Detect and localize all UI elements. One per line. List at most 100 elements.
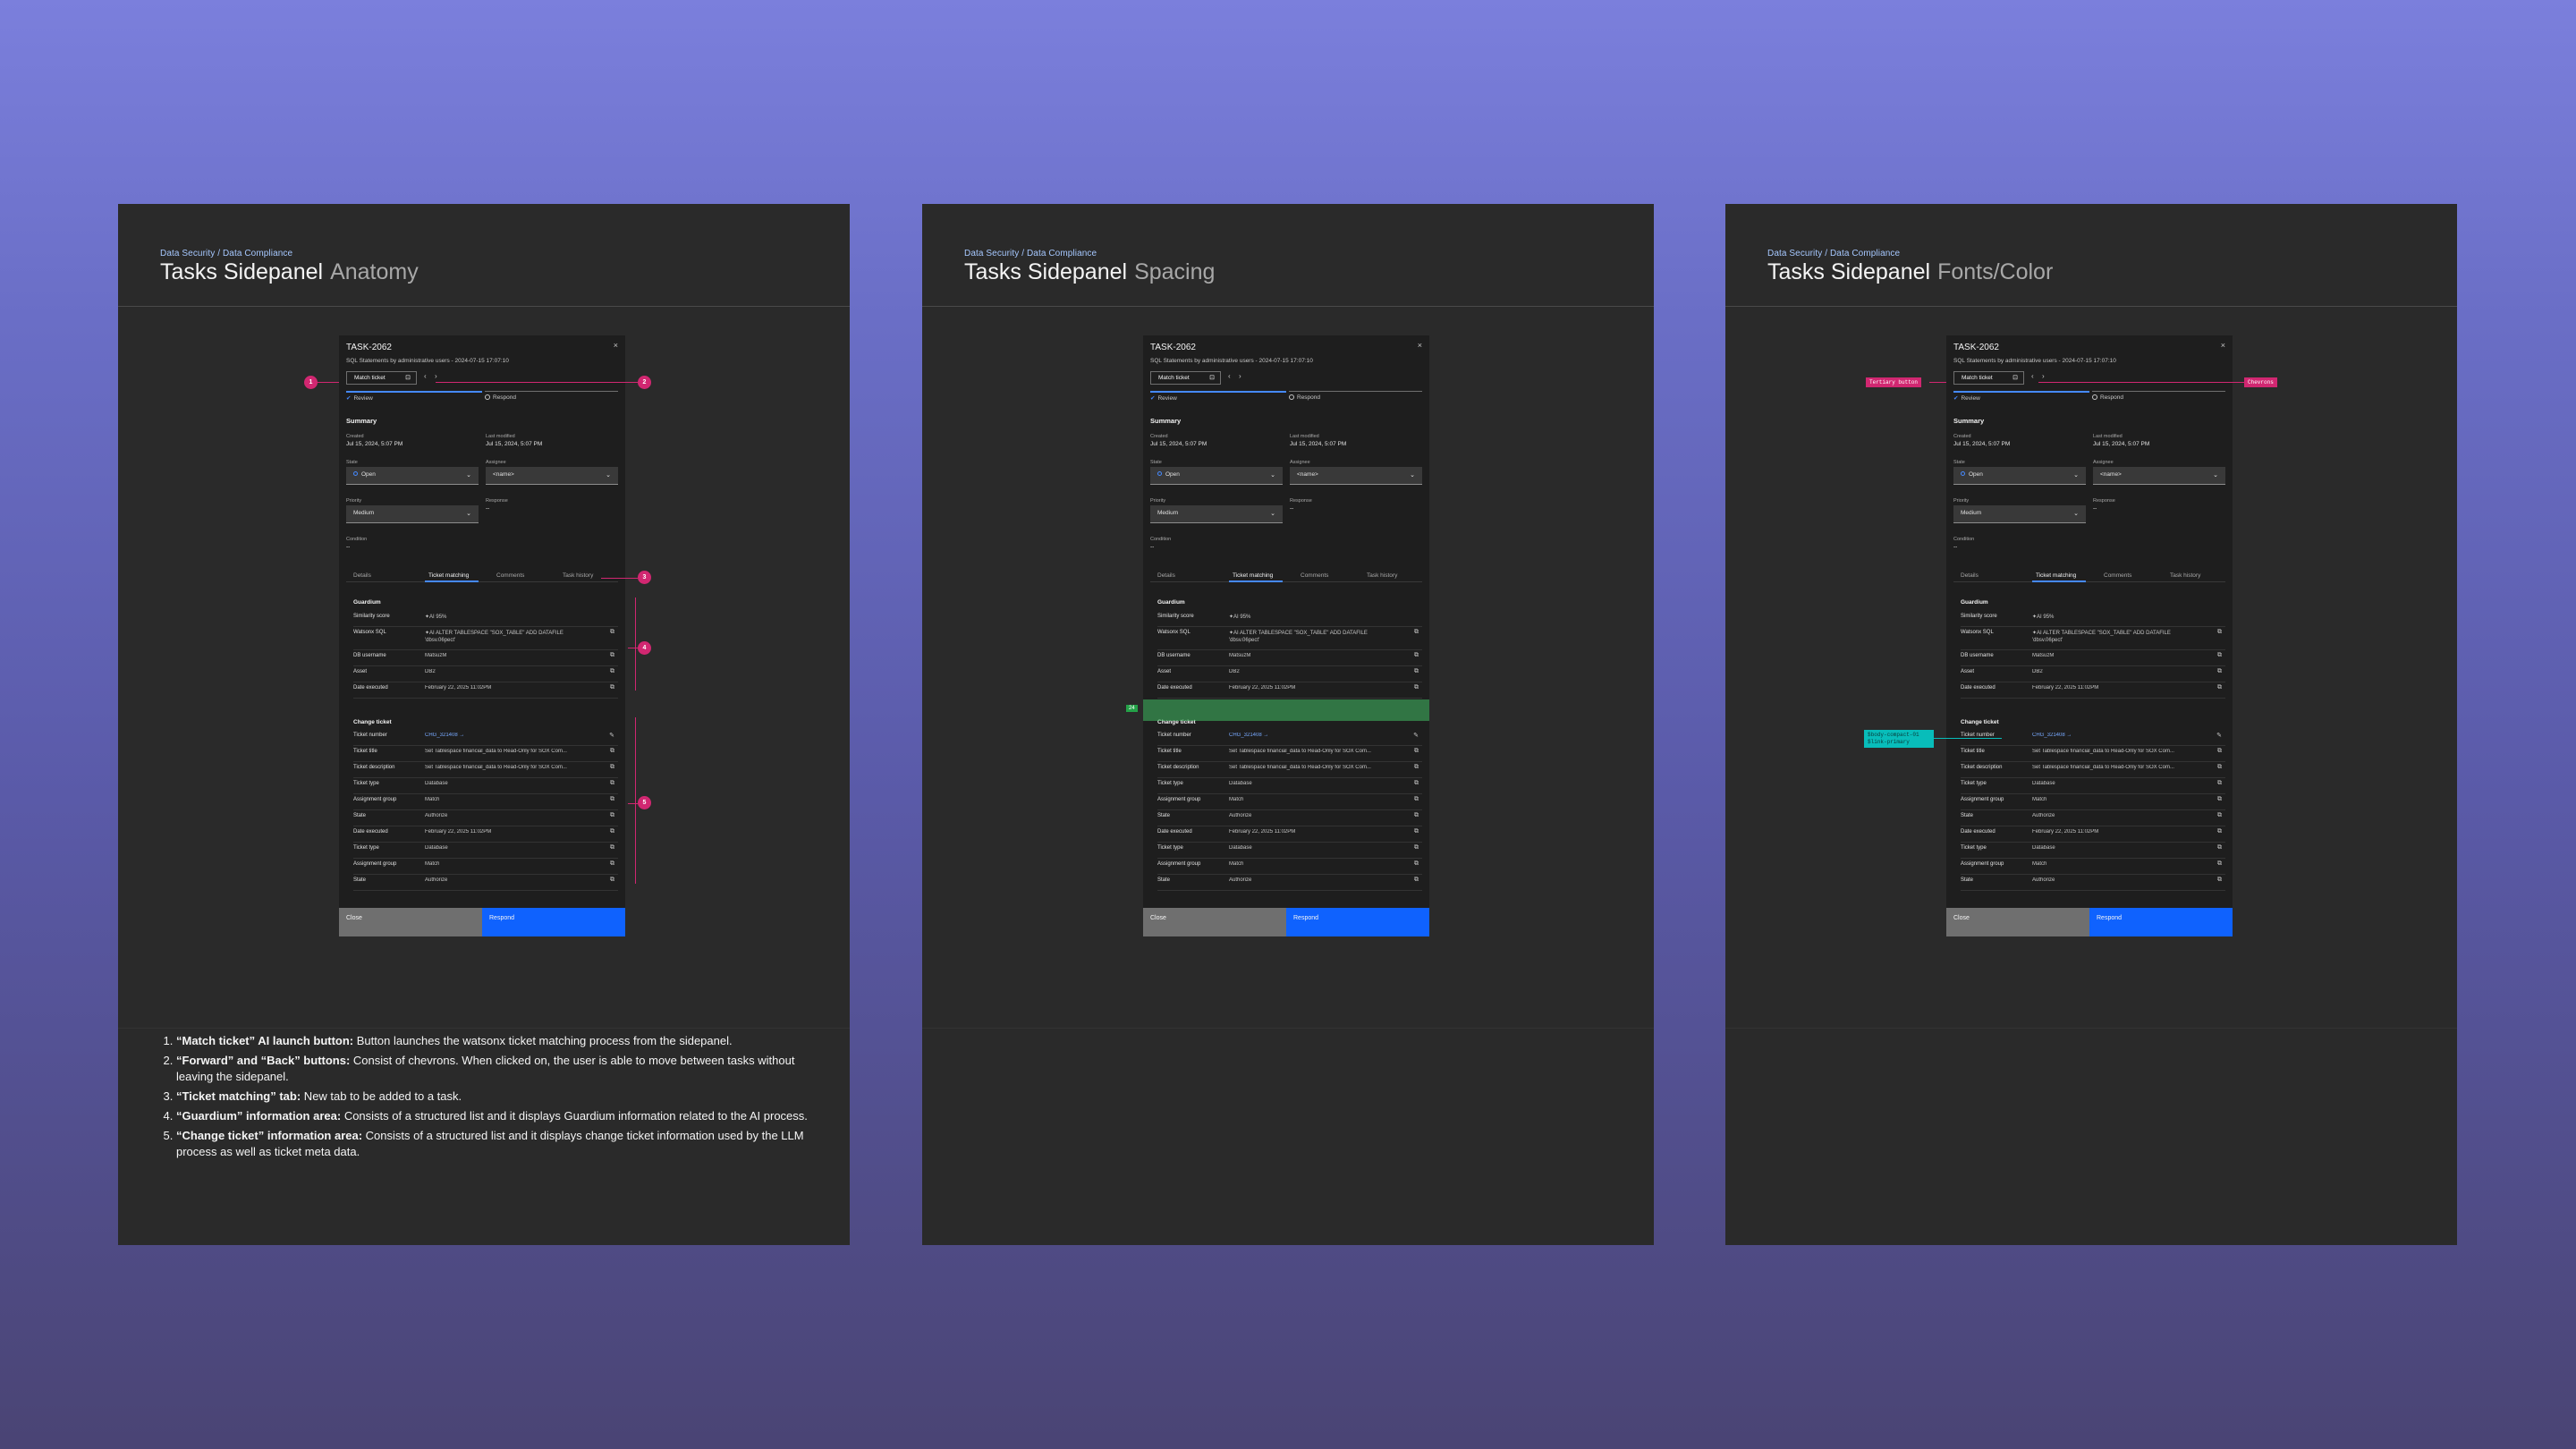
copy-icon[interactable]: ⧉ — [610, 860, 614, 868]
copy-icon[interactable]: ⧉ — [1414, 684, 1419, 691]
state-select[interactable]: Open ⌄ — [1953, 467, 2086, 485]
copy-icon[interactable]: ⧉ — [610, 748, 614, 755]
note-term: “Forward” and “Back” buttons: — [176, 1054, 351, 1067]
edit-icon[interactable]: ✎ — [2216, 732, 2222, 739]
step-review[interactable]: ✔ Review — [1150, 394, 1177, 402]
copy-icon[interactable]: ⧉ — [610, 764, 614, 771]
assignee-select[interactable]: <name> ⌄ — [2093, 467, 2225, 485]
copy-icon[interactable]: ⧉ — [2217, 877, 2222, 884]
breadcrumb[interactable]: Data Security / Data Compliance — [160, 249, 292, 258]
row-value: Set Tablespace financial_data to Read-On… — [2032, 749, 2174, 754]
copy-icon[interactable]: ⧉ — [2217, 764, 2222, 771]
row-value[interactable]: CHG_321408 → — [425, 733, 595, 738]
copy-icon[interactable]: ⧉ — [1414, 629, 1419, 636]
copy-icon[interactable]: ⧉ — [1414, 780, 1419, 787]
priority-select[interactable]: Medium ⌄ — [346, 505, 479, 523]
respond-button[interactable]: Respond — [482, 908, 625, 936]
copy-icon[interactable]: ⧉ — [610, 652, 614, 659]
tab-task-history[interactable]: Task history — [2170, 572, 2200, 579]
close-icon[interactable]: × — [1418, 341, 1422, 350]
copy-icon[interactable]: ⧉ — [610, 796, 614, 803]
match-ticket-button[interactable]: Match ticket ⊡ — [346, 371, 417, 385]
state-select[interactable]: Open ⌄ — [1150, 467, 1283, 485]
state-value: Open — [361, 471, 376, 478]
copy-icon[interactable]: ⧉ — [1414, 748, 1419, 755]
copy-icon[interactable]: ⧉ — [2217, 629, 2222, 636]
copy-icon[interactable]: ⧉ — [2217, 828, 2222, 835]
copy-icon[interactable]: ⧉ — [1414, 812, 1419, 819]
back-chevron-icon[interactable]: ‹ — [424, 372, 427, 380]
back-chevron-icon[interactable]: ‹ — [2031, 372, 2034, 380]
row-value[interactable]: CHG_321408 → — [1229, 733, 1399, 738]
chevron-down-icon: ⌄ — [466, 511, 471, 517]
tab-details[interactable]: Details — [1961, 572, 1979, 579]
copy-icon[interactable]: ⧉ — [2217, 652, 2222, 659]
copy-icon[interactable]: ⧉ — [2217, 860, 2222, 868]
tab-ticket-matching[interactable]: Ticket matching — [2036, 572, 2076, 579]
copy-icon[interactable]: ⧉ — [2217, 748, 2222, 755]
tab-comments[interactable]: Comments — [496, 572, 524, 579]
respond-button[interactable]: Respond — [1286, 908, 1429, 936]
copy-icon[interactable]: ⧉ — [610, 668, 614, 675]
edit-icon[interactable]: ✎ — [609, 732, 614, 739]
priority-select[interactable]: Medium ⌄ — [1953, 505, 2086, 523]
step-review[interactable]: ✔ Review — [346, 394, 373, 402]
close-button[interactable]: Close — [339, 908, 482, 936]
close-button[interactable]: Close — [1143, 908, 1286, 936]
respond-button[interactable]: Respond — [2089, 908, 2233, 936]
forward-chevron-icon[interactable]: › — [2042, 372, 2045, 380]
step-respond[interactable]: Respond — [2092, 394, 2123, 401]
step-respond[interactable]: Respond — [1289, 394, 1320, 401]
copy-icon[interactable]: ⧉ — [2217, 812, 2222, 819]
close-button[interactable]: Close — [1946, 908, 2089, 936]
breadcrumb[interactable]: Data Security / Data Compliance — [964, 249, 1097, 258]
forward-chevron-icon[interactable]: › — [1239, 372, 1241, 380]
forward-chevron-icon[interactable]: › — [435, 372, 437, 380]
copy-icon[interactable]: ⧉ — [1414, 860, 1419, 868]
copy-icon[interactable]: ⧉ — [610, 844, 614, 852]
tab-details[interactable]: Details — [353, 572, 371, 579]
back-chevron-icon[interactable]: ‹ — [1228, 372, 1231, 380]
match-ticket-button[interactable]: Match ticket ⊡ — [1953, 371, 2024, 385]
tab-task-history[interactable]: Task history — [563, 572, 593, 579]
copy-icon[interactable]: ⧉ — [610, 828, 614, 835]
copy-icon[interactable]: ⧉ — [1414, 877, 1419, 884]
close-icon[interactable]: × — [614, 341, 618, 350]
tab-comments[interactable]: Comments — [1301, 572, 1328, 579]
change-ticket-row: Date executed February 22, 2025 11:02PM ⧉ — [353, 826, 618, 843]
copy-icon[interactable]: ⧉ — [610, 812, 614, 819]
priority-select[interactable]: Medium ⌄ — [1150, 505, 1283, 523]
copy-icon[interactable]: ⧉ — [1414, 764, 1419, 771]
copy-icon[interactable]: ⧉ — [2217, 796, 2222, 803]
copy-icon[interactable]: ⧉ — [2217, 684, 2222, 691]
copy-icon[interactable]: ⧉ — [1414, 844, 1419, 852]
copy-icon[interactable]: ⧉ — [1414, 796, 1419, 803]
tab-comments[interactable]: Comments — [2104, 572, 2131, 579]
tab-details[interactable]: Details — [1157, 572, 1175, 579]
assignee-select[interactable]: <name> ⌄ — [486, 467, 618, 485]
tab-ticket-matching[interactable]: Ticket matching — [428, 572, 469, 579]
copy-icon[interactable]: ⧉ — [610, 877, 614, 884]
close-icon[interactable]: × — [2221, 341, 2225, 350]
breadcrumb[interactable]: Data Security / Data Compliance — [1767, 249, 1900, 258]
state-select[interactable]: Open ⌄ — [346, 467, 479, 485]
row-value[interactable]: CHG_321408 → — [2032, 733, 2202, 738]
step-review[interactable]: ✔ Review — [1953, 394, 1980, 402]
copy-icon[interactable]: ⧉ — [2217, 780, 2222, 787]
copy-icon[interactable]: ⧉ — [1414, 828, 1419, 835]
step-respond[interactable]: Respond — [485, 394, 516, 401]
assignee-select[interactable]: <name> ⌄ — [1290, 467, 1422, 485]
body-compact-tag: $body-compact-01 $link-primary — [1864, 730, 1934, 748]
copy-icon[interactable]: ⧉ — [2217, 844, 2222, 852]
copy-icon[interactable]: ⧉ — [1414, 652, 1419, 659]
copy-icon[interactable]: ⧉ — [610, 684, 614, 691]
tab-ticket-matching[interactable]: Ticket matching — [1233, 572, 1273, 579]
match-ticket-button[interactable]: Match ticket ⊡ — [1150, 371, 1221, 385]
copy-icon[interactable]: ⧉ — [610, 780, 614, 787]
copy-icon[interactable]: ⧉ — [2217, 668, 2222, 675]
copy-icon[interactable]: ⧉ — [1414, 668, 1419, 675]
copy-icon[interactable]: ⧉ — [610, 629, 614, 636]
tab-task-history[interactable]: Task history — [1367, 572, 1397, 579]
chevron-down-icon: ⌄ — [1270, 472, 1275, 479]
edit-icon[interactable]: ✎ — [1413, 732, 1419, 739]
